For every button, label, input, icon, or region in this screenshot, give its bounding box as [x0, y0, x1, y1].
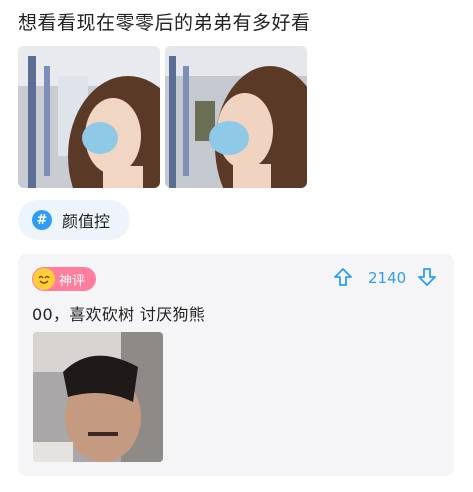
comment-image[interactable] [33, 332, 163, 462]
upvote-button[interactable] [332, 266, 354, 288]
topic-tag-label: 颜值控 [62, 212, 111, 231]
arrow-up-icon [334, 268, 352, 286]
post-image-1[interactable] [18, 46, 160, 188]
arrow-down-icon [418, 268, 436, 286]
vote-count: 2140 [368, 269, 407, 287]
badge-label: 神评 [59, 273, 86, 289]
comment-text: 00，喜欢砍树 讨厌狗熊 [32, 305, 206, 324]
top-comment-card: 神评 2140 00，喜欢砍树 讨厌狗熊 [18, 254, 454, 476]
downvote-button[interactable] [416, 266, 438, 288]
post-title: 想看看现在零零后的弟弟有多好看 [18, 12, 311, 34]
hashtag-icon: # [32, 210, 52, 230]
post-image-2[interactable] [165, 46, 307, 188]
smiling-face-icon [33, 268, 55, 290]
god-comment-badge: 神评 [32, 267, 96, 291]
topic-tag[interactable]: # 颜值控 [18, 200, 130, 240]
